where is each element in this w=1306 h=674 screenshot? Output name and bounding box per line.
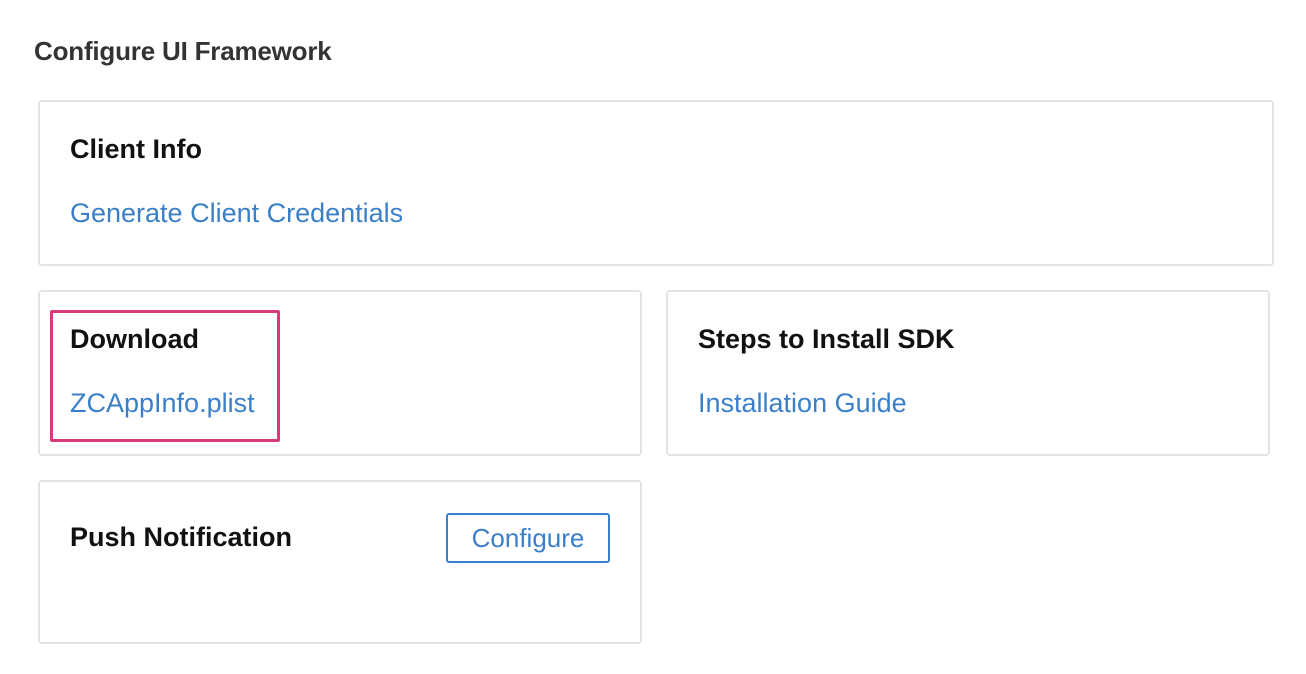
download-title: Download [70, 324, 199, 354]
client-info-card: Client Info Generate Client Credentials [38, 100, 1274, 266]
install-sdk-title: Steps to Install SDK [698, 324, 955, 354]
installation-guide-link[interactable]: Installation Guide [698, 388, 907, 419]
generate-client-credentials-link[interactable]: Generate Client Credentials [70, 198, 403, 229]
page-title: Configure UI Framework [34, 36, 332, 66]
push-notification-card: Push Notification Configure [38, 480, 642, 644]
configure-button[interactable]: Configure [446, 513, 610, 563]
install-sdk-card: Steps to Install SDK Installation Guide [666, 290, 1270, 456]
download-card: Download ZCAppInfo.plist [38, 290, 642, 456]
client-info-title: Client Info [70, 134, 202, 164]
zcappinfo-plist-link[interactable]: ZCAppInfo.plist [70, 388, 255, 419]
push-notification-title: Push Notification [70, 522, 292, 552]
